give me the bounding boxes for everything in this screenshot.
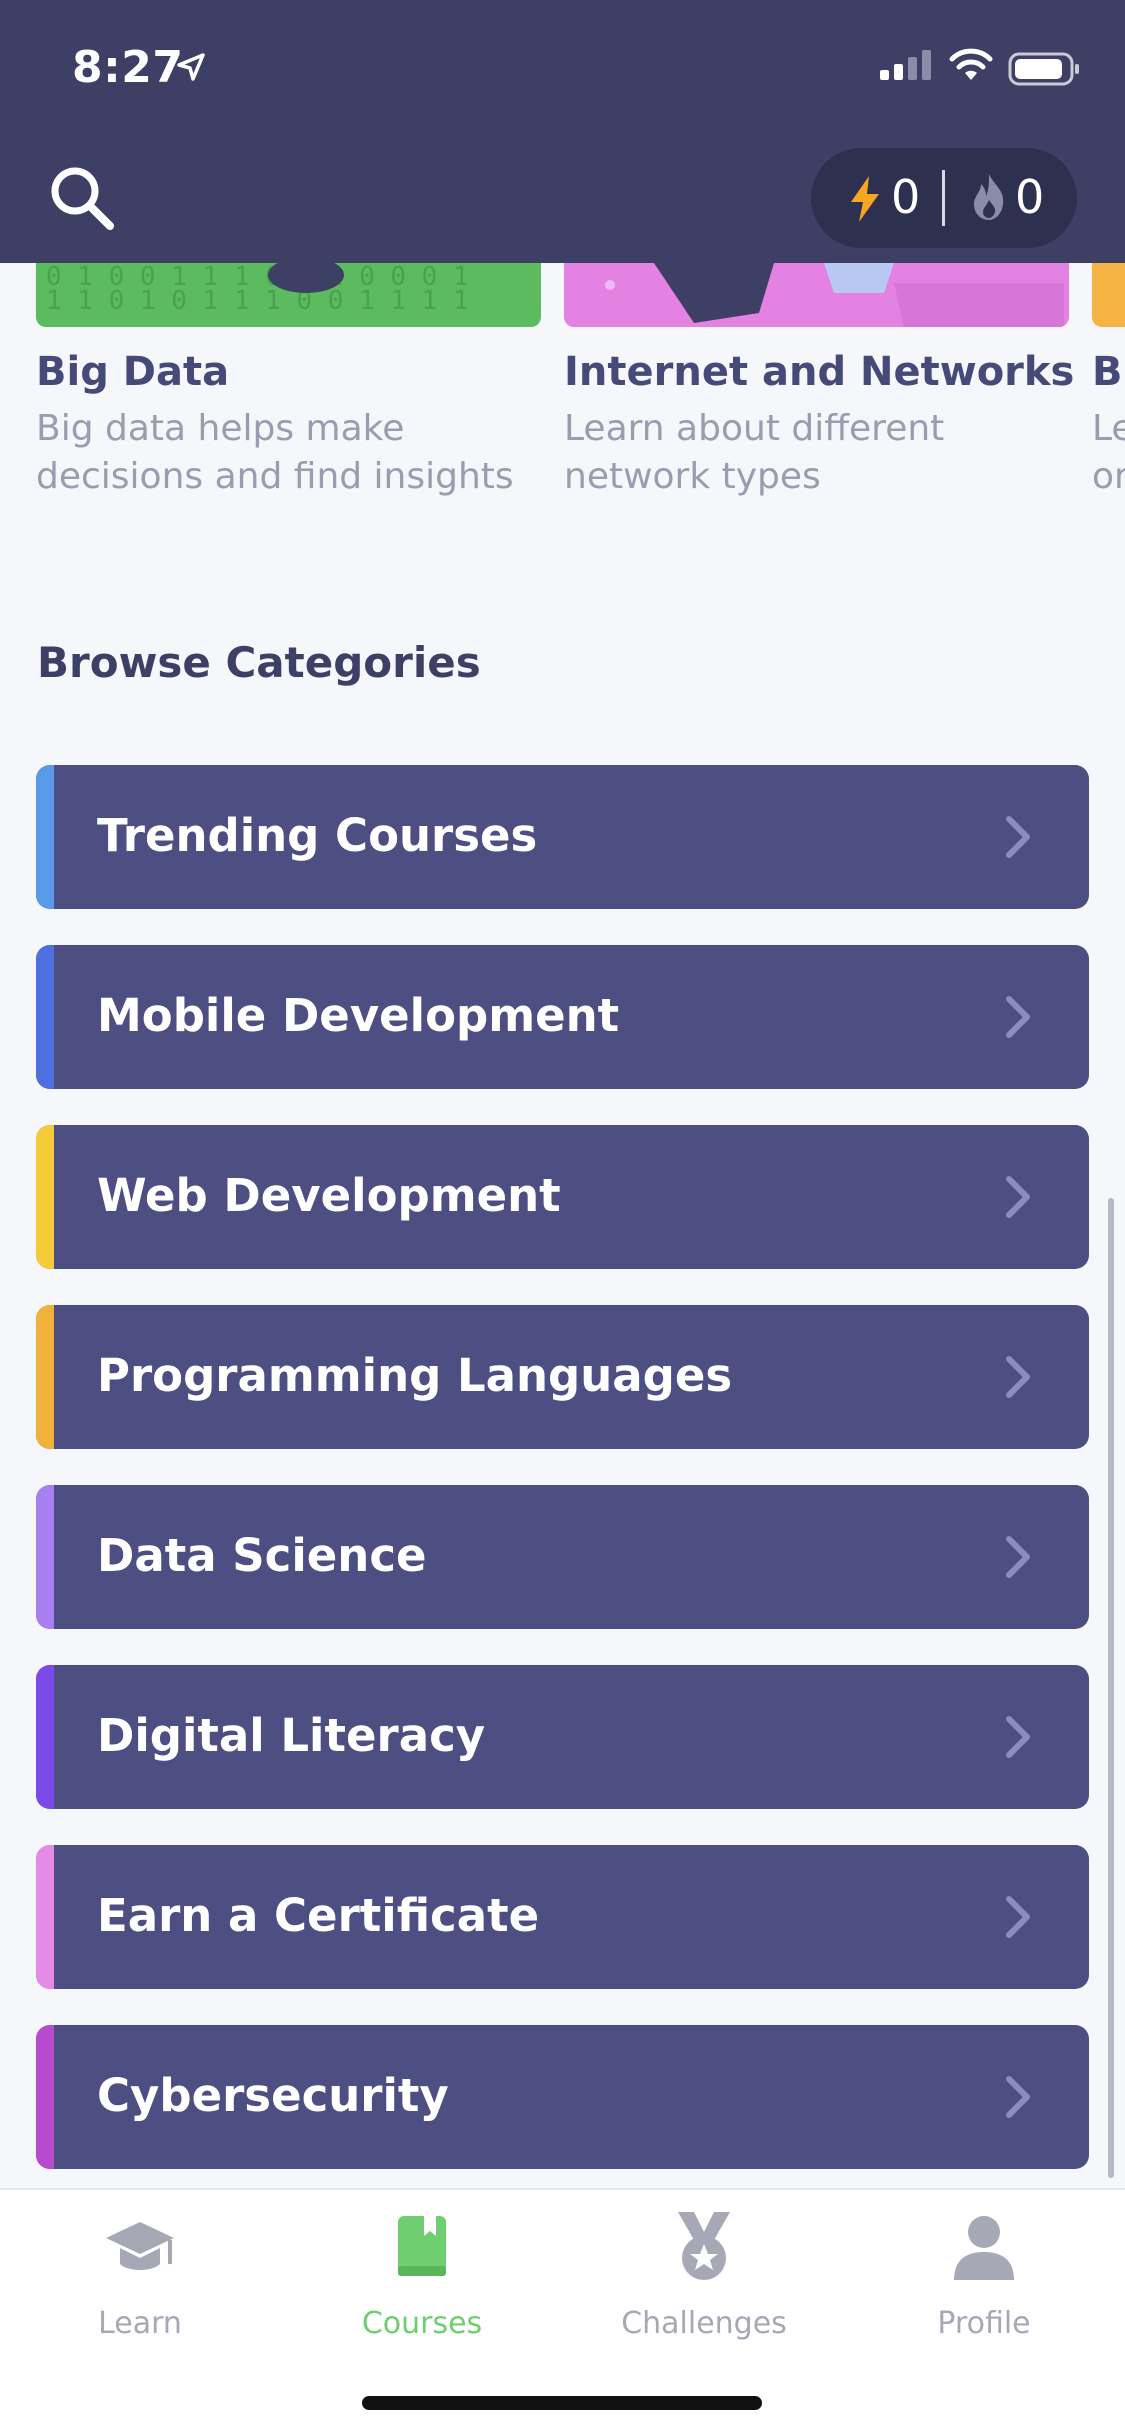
course-title: Big Data — [36, 349, 230, 395]
stats-pill[interactable]: 0 0 — [811, 148, 1077, 248]
category-accent — [36, 765, 54, 909]
category-accent — [36, 1665, 54, 1809]
status-time: 8:27 — [72, 42, 184, 93]
browse-categories-title: Browse Categories — [37, 638, 481, 687]
cellular-signal-icon — [880, 50, 931, 80]
binary-pattern-image: 0 1 0 0 1 1 1 0 1 1 0 0 0 1 1 1 0 1 0 1 … — [46, 263, 469, 316]
category-label: Mobile Development — [97, 989, 620, 1042]
tab-label: Profile — [937, 2306, 1031, 2341]
chevron-right-icon — [1006, 1896, 1030, 1938]
course-card-big-data[interactable]: 0 1 0 0 1 1 1 0 1 1 0 0 0 1 1 1 0 1 0 1 … — [36, 263, 541, 513]
course-description: Learn about different network types — [564, 408, 945, 497]
category-digital-literacy[interactable]: Digital Literacy — [36, 1665, 1089, 1809]
category-accent — [36, 945, 54, 1089]
tab-learn[interactable]: Learn — [40, 2210, 240, 2360]
category-programming-languages[interactable]: Programming Languages — [36, 1305, 1089, 1449]
category-earn-certificate[interactable]: Earn a Certificate — [36, 1845, 1089, 1989]
course-title: Br — [1092, 349, 1125, 395]
tab-challenges[interactable]: Challenges — [604, 2210, 804, 2360]
category-accent — [36, 1845, 54, 1989]
course-thumbnail — [1092, 263, 1125, 327]
tab-label: Learn — [98, 2306, 182, 2341]
top-header: 8:27 0 0 — [0, 0, 1125, 263]
svg-text:1 1 0 1 0 1 1 1 0 0 1: 1 1 0 1 0 1 1 1 0 0 1 1 1 1 — [46, 286, 469, 316]
course-card-internet-networks[interactable]: Internet and Networks Learn about differ… — [564, 263, 1074, 513]
flame-icon — [974, 174, 1004, 220]
category-accent — [36, 1125, 54, 1269]
category-trending-courses[interactable]: Trending Courses — [36, 765, 1089, 909]
energy-count: 0 — [891, 170, 921, 224]
category-cybersecurity[interactable]: Cybersecurity — [36, 2025, 1089, 2169]
category-accent — [36, 1305, 54, 1449]
home-indicator[interactable] — [362, 2396, 762, 2410]
tab-label: Challenges — [621, 2306, 787, 2341]
category-accent — [36, 2025, 54, 2169]
course-thumbnail — [564, 263, 1069, 327]
category-label: Web Development — [97, 1169, 561, 1222]
category-label: Earn a Certificate — [97, 1889, 540, 1942]
category-label: Programming Languages — [97, 1349, 733, 1402]
chevron-right-icon — [1006, 2076, 1030, 2118]
chevron-right-icon — [1006, 1176, 1030, 1218]
search-icon[interactable] — [44, 160, 120, 236]
user-icon — [954, 2216, 1014, 2280]
chevron-right-icon — [1006, 1716, 1030, 1758]
featured-courses-carousel[interactable]: 0 1 0 0 1 1 1 0 1 1 0 0 0 1 1 1 0 1 0 1 … — [0, 263, 1125, 513]
lightning-icon — [851, 176, 879, 222]
course-title: Internet and Networks — [564, 349, 1075, 395]
graduation-cap-icon — [106, 2222, 174, 2270]
course-description: Big data helps make decisions and find i… — [36, 408, 514, 497]
chevron-right-icon — [1006, 996, 1030, 1038]
battery-icon — [1008, 52, 1079, 86]
category-web-development[interactable]: Web Development — [36, 1125, 1089, 1269]
chevron-right-icon — [1006, 816, 1030, 858]
course-description: Le or — [1092, 408, 1125, 497]
medal-icon — [678, 2212, 730, 2280]
category-mobile-development[interactable]: Mobile Development — [36, 945, 1089, 1089]
tab-courses[interactable]: Courses — [322, 2210, 522, 2360]
category-accent — [36, 1485, 54, 1629]
network-illustration-image — [605, 263, 1064, 327]
tab-profile[interactable]: Profile — [884, 2210, 1084, 2360]
category-label: Trending Courses — [97, 809, 538, 862]
book-icon — [398, 2216, 446, 2276]
category-label: Data Science — [97, 1529, 427, 1582]
category-data-science[interactable]: Data Science — [36, 1485, 1089, 1629]
tab-label: Courses — [361, 2306, 483, 2341]
category-label: Digital Literacy — [97, 1709, 486, 1762]
wifi-icon — [949, 48, 993, 80]
streak-count: 0 — [1015, 170, 1045, 224]
chevron-right-icon — [1006, 1356, 1030, 1398]
course-thumbnail: 0 1 0 0 1 1 1 0 1 1 0 0 0 1 1 1 0 1 0 1 … — [36, 263, 541, 327]
stats-divider — [942, 170, 945, 226]
vertical-scrollbar[interactable] — [1108, 1198, 1114, 2178]
course-card-partial[interactable]: Br Le or — [1092, 263, 1125, 513]
chevron-right-icon — [1006, 1536, 1030, 1578]
location-arrow-icon — [177, 53, 205, 81]
category-label: Cybersecurity — [97, 2069, 449, 2122]
